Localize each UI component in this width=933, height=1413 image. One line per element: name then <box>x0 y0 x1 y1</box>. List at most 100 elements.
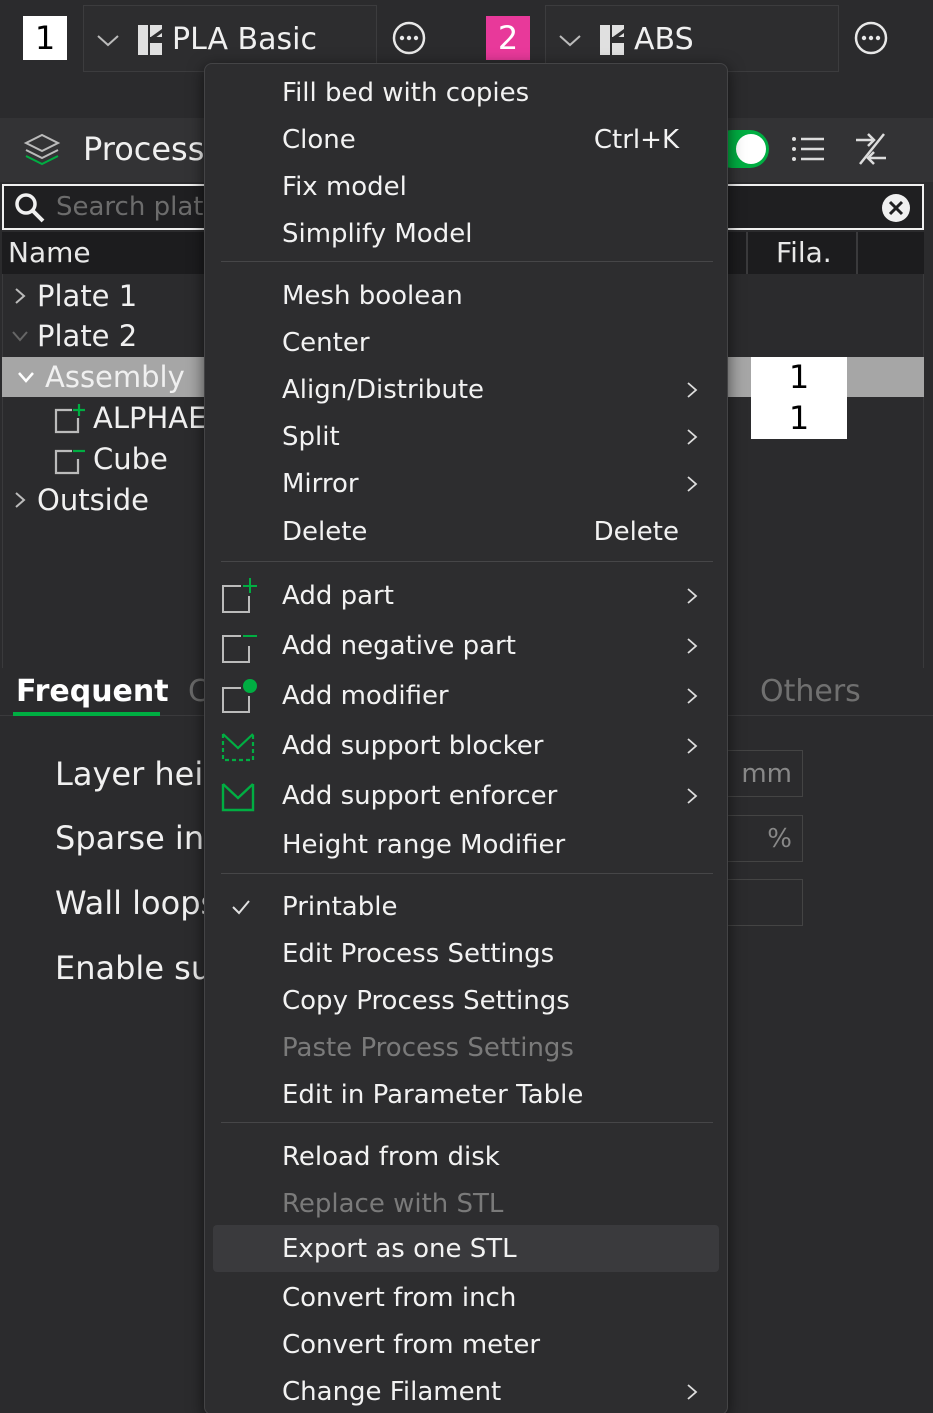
tree-label: Plate 1 <box>37 279 138 313</box>
menu-item-simplify[interactable]: Simplify Model <box>205 210 727 257</box>
tab-others[interactable]: Others <box>760 670 861 714</box>
menu-item-add-modifier[interactable]: Add modifier <box>205 672 727 719</box>
tree-label: Assembly <box>45 360 185 394</box>
spool-icon <box>138 25 162 55</box>
tree-row-part[interactable]: Cube <box>2 439 202 479</box>
filament-name-2: ABS <box>634 22 694 57</box>
tree-label: ALPHAE <box>93 401 207 435</box>
menu-item-split[interactable]: Split <box>205 413 727 460</box>
menu-item-delete[interactable]: Delete Delete <box>205 508 727 555</box>
shortcut: Delete <box>593 517 679 547</box>
chevron-down-icon[interactable] <box>16 367 36 387</box>
filament-name-1: PLA Basic <box>172 22 317 57</box>
submenu-arrow-icon <box>687 588 698 604</box>
menu-item-convert-meter[interactable]: Convert from meter <box>205 1321 727 1368</box>
menu-item-label: Simplify Model <box>282 219 473 249</box>
menu-item-change-filament[interactable]: Change Filament <box>205 1368 727 1413</box>
setting-sparse-infill-label: Sparse inf <box>55 819 216 857</box>
compare-icon[interactable] <box>852 130 890 168</box>
menu-item-label: Edit Process Settings <box>282 939 555 969</box>
more-options-icon[interactable] <box>391 20 427 56</box>
menu-item-paste-process: Paste Process Settings <box>205 1024 727 1071</box>
menu-item-label: Align/Distribute <box>282 375 485 405</box>
sparse-infill-field[interactable]: % <box>720 815 803 862</box>
menu-item-height-range[interactable]: Height range Modifier <box>205 821 727 868</box>
search-icon <box>15 193 45 223</box>
menu-separator <box>221 561 713 562</box>
tree-row-part[interactable]: ALPHAE <box>2 398 206 438</box>
column-name-header[interactable]: Name <box>8 234 91 272</box>
tab-active-indicator <box>13 712 160 716</box>
tab-frequent[interactable]: Frequent <box>16 670 169 714</box>
setting-layer-height-label: Layer heig <box>55 755 224 793</box>
column-fila-header[interactable]: Fila. <box>776 234 832 272</box>
wall-loops-field[interactable] <box>720 879 803 926</box>
menu-item-label: Mirror <box>282 469 359 499</box>
menu-item-label: Printable <box>282 892 398 922</box>
tree-row-plate1[interactable]: Plate 1 <box>2 276 202 316</box>
submenu-arrow-icon <box>687 788 698 804</box>
chevron-right-icon[interactable] <box>10 286 30 306</box>
menu-item-label: Center <box>282 328 370 358</box>
menu-separator <box>221 261 713 262</box>
list-icon[interactable] <box>790 132 826 166</box>
tree-row-outside[interactable]: Outside <box>2 480 202 520</box>
menu-item-add-negative-part[interactable]: Add negative part <box>205 622 727 669</box>
layer-height-field[interactable]: mm <box>720 750 803 797</box>
filament-select-1[interactable]: PLA Basic <box>83 5 377 72</box>
menu-item-mirror[interactable]: Mirror <box>205 460 727 507</box>
menu-item-add-support-blocker[interactable]: Add support blocker <box>205 722 727 769</box>
menu-item-label: Split <box>282 422 340 452</box>
chevron-right-icon[interactable] <box>10 490 30 510</box>
unit-label: % <box>767 824 792 854</box>
chevron-down-icon[interactable] <box>10 326 30 346</box>
menu-item-label: Clone <box>282 125 356 155</box>
tree-label: Cube <box>93 442 168 476</box>
shortcut: Ctrl+K <box>593 125 679 155</box>
chevron-down-icon <box>559 35 581 47</box>
menu-item-label: Fill bed with copies <box>282 78 530 108</box>
menu-item-add-part[interactable]: Add part <box>205 572 727 619</box>
more-options-icon[interactable] <box>853 20 889 56</box>
menu-item-clone[interactable]: Clone Ctrl+K <box>205 116 727 163</box>
menu-item-label: Paste Process Settings <box>282 1033 574 1063</box>
menu-item-label: Convert from inch <box>282 1283 517 1313</box>
layers-icon <box>23 133 61 166</box>
menu-item-add-support-enforcer[interactable]: Add support enforcer <box>205 772 727 819</box>
menu-item-parameter-table[interactable]: Edit in Parameter Table <box>205 1071 727 1118</box>
filament-cell[interactable]: 1 <box>751 357 847 398</box>
menu-item-copy-process[interactable]: Copy Process Settings <box>205 977 727 1024</box>
menu-item-export-stl[interactable]: Export as one STL <box>213 1225 719 1272</box>
menu-item-label: Add modifier <box>282 681 449 711</box>
tree-label: Outside <box>37 483 149 517</box>
menu-item-mesh-boolean[interactable]: Mesh boolean <box>205 272 727 319</box>
chevron-down-icon <box>97 35 119 47</box>
support-enforcer-icon <box>221 783 255 812</box>
menu-item-convert-inch[interactable]: Convert from inch <box>205 1274 727 1321</box>
modifier-icon <box>222 679 257 713</box>
menu-item-fill-bed[interactable]: Fill bed with copies <box>205 69 727 116</box>
filament-index-2[interactable]: 2 <box>486 16 530 60</box>
column-divider <box>856 232 858 274</box>
negative-part-icon <box>54 449 85 475</box>
menu-item-printable[interactable]: Printable <box>205 883 727 930</box>
filament-index-1[interactable]: 1 <box>23 16 67 60</box>
menu-item-label: Add negative part <box>282 631 516 661</box>
menu-item-edit-process[interactable]: Edit Process Settings <box>205 930 727 977</box>
add-part-icon <box>54 404 85 434</box>
tree-row-plate2[interactable]: Plate 2 <box>2 316 202 356</box>
menu-item-fix-model[interactable]: Fix model <box>205 163 727 210</box>
menu-item-center[interactable]: Center <box>205 319 727 366</box>
clear-icon[interactable] <box>880 192 912 224</box>
menu-item-align[interactable]: Align/Distribute <box>205 366 727 413</box>
filament-cell[interactable]: 1 <box>751 398 847 439</box>
menu-item-reload[interactable]: Reload from disk <box>205 1133 727 1180</box>
submenu-arrow-icon <box>687 476 698 492</box>
process-title: Process <box>83 130 205 168</box>
submenu-arrow-icon <box>687 382 698 398</box>
tree-label: Plate 2 <box>37 319 138 353</box>
menu-item-label: Convert from meter <box>282 1330 541 1360</box>
filament-select-2[interactable]: ABS <box>545 5 839 72</box>
menu-item-label: Export as one STL <box>282 1234 517 1264</box>
setting-enable-support-label: Enable su <box>55 949 212 987</box>
